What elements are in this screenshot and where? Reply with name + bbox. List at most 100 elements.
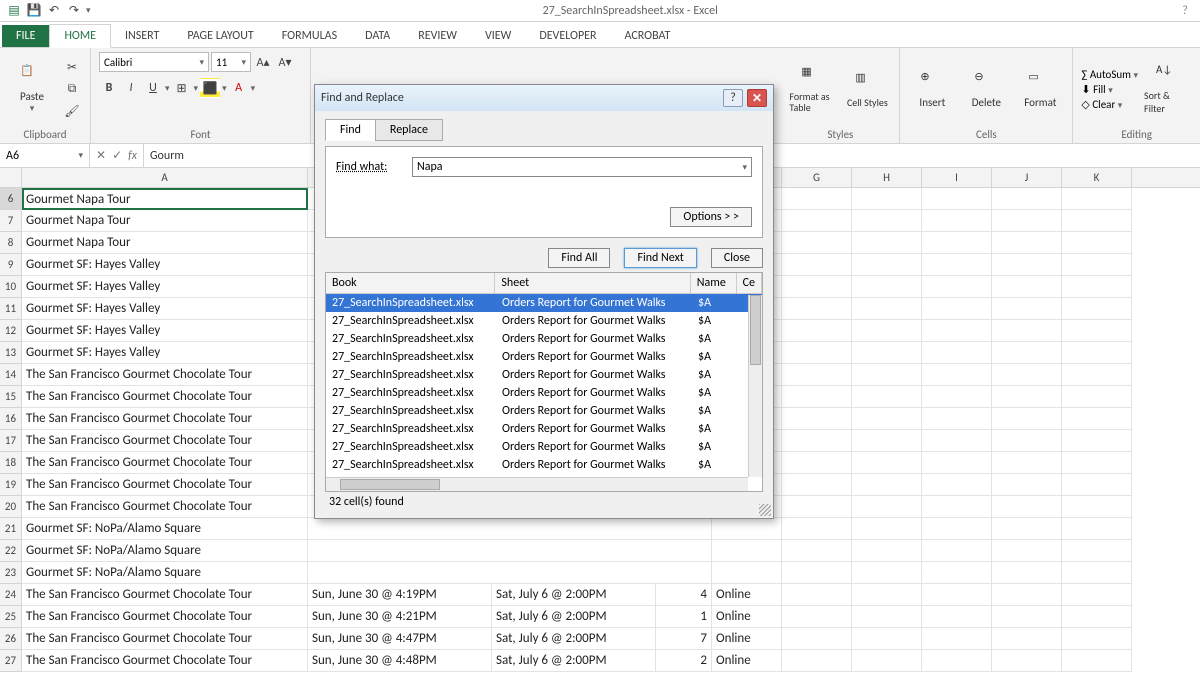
select-all-corner[interactable] — [0, 168, 22, 187]
cell[interactable] — [992, 584, 1062, 606]
cell[interactable] — [852, 430, 922, 452]
row-header[interactable]: 13 — [0, 342, 22, 364]
col-header-J[interactable]: J — [992, 168, 1062, 187]
cell[interactable] — [1062, 408, 1132, 430]
cell[interactable] — [782, 408, 852, 430]
col-header-A[interactable]: A — [22, 168, 308, 187]
cell[interactable]: The San Francisco Gourmet Chocolate Tour — [22, 386, 308, 408]
cell[interactable] — [852, 606, 922, 628]
cell[interactable]: Gourmet Napa Tour — [22, 188, 308, 210]
tab-formulas[interactable]: FORMULAS — [268, 25, 351, 47]
cell[interactable] — [782, 364, 852, 386]
col-header-I[interactable]: I — [922, 168, 992, 187]
cell[interactable] — [852, 518, 922, 540]
fx-icon[interactable]: fx — [128, 149, 137, 163]
result-row[interactable]: 27_SearchInSpreadsheet.xlsxOrders Report… — [326, 366, 762, 384]
cell[interactable] — [992, 320, 1062, 342]
cell[interactable]: Gourmet Napa Tour — [22, 232, 308, 254]
cell[interactable] — [992, 650, 1062, 672]
cell[interactable]: Gourmet SF: Hayes Valley — [22, 254, 308, 276]
cell[interactable] — [852, 562, 922, 584]
result-row[interactable]: 27_SearchInSpreadsheet.xlsxOrders Report… — [326, 420, 762, 438]
cell[interactable]: Online — [712, 650, 782, 672]
cell[interactable] — [782, 606, 852, 628]
cell[interactable]: Gourmet SF: Hayes Valley — [22, 298, 308, 320]
cell[interactable]: Gourmet SF: NoPa/Alamo Square — [22, 518, 308, 540]
cell[interactable] — [922, 408, 992, 430]
cell[interactable] — [1062, 232, 1132, 254]
cell[interactable] — [852, 320, 922, 342]
cell-styles-button[interactable]: ▥ Cell Styles — [843, 71, 891, 108]
cell[interactable]: The San Francisco Gourmet Chocolate Tour — [22, 364, 308, 386]
cell[interactable] — [992, 232, 1062, 254]
help-icon[interactable]: ? — [1170, 4, 1200, 18]
cell[interactable]: Gourmet Napa Tour — [22, 210, 308, 232]
cell[interactable] — [1062, 386, 1132, 408]
cell[interactable]: The San Francisco Gourmet Chocolate Tour — [22, 628, 308, 650]
row-header[interactable]: 8 — [0, 232, 22, 254]
cell[interactable] — [992, 430, 1062, 452]
results-vscrollbar[interactable] — [748, 295, 762, 477]
dialog-close-button[interactable]: ✕ — [747, 89, 767, 107]
clear-button[interactable]: ◇ Clear ▾ — [1081, 98, 1138, 111]
find-next-button[interactable]: Find Next — [624, 248, 696, 268]
cell[interactable] — [922, 320, 992, 342]
cell[interactable] — [1062, 518, 1132, 540]
cell[interactable] — [992, 562, 1062, 584]
cell[interactable] — [922, 430, 992, 452]
format-as-table-button[interactable]: ▦ Format as Table — [789, 65, 837, 113]
cell[interactable] — [782, 562, 852, 584]
fill-button[interactable]: ⬇ Fill ▾ — [1081, 83, 1138, 96]
cell[interactable]: Sat, July 6 @ 2:00PM — [492, 628, 656, 650]
cell[interactable] — [852, 276, 922, 298]
vscroll-thumb[interactable] — [750, 295, 761, 365]
resize-grip[interactable] — [759, 504, 771, 516]
row-header[interactable]: 12 — [0, 320, 22, 342]
result-row[interactable]: 27_SearchInSpreadsheet.xlsxOrders Report… — [326, 456, 762, 474]
cell[interactable] — [1062, 188, 1132, 210]
cell[interactable] — [992, 188, 1062, 210]
cell[interactable] — [852, 650, 922, 672]
row-header[interactable]: 22 — [0, 540, 22, 562]
cell[interactable] — [852, 584, 922, 606]
delete-button[interactable]: ⊖Delete — [962, 70, 1010, 109]
cut-icon[interactable]: ✂ — [62, 57, 82, 77]
cell[interactable] — [1062, 342, 1132, 364]
row-header[interactable]: 21 — [0, 518, 22, 540]
cell[interactable] — [782, 298, 852, 320]
row-header[interactable]: 11 — [0, 298, 22, 320]
italic-button[interactable]: I — [121, 78, 141, 98]
cell[interactable] — [782, 540, 852, 562]
copy-icon[interactable]: ⧉ — [62, 79, 82, 99]
cell[interactable] — [782, 430, 852, 452]
cell[interactable]: 1 — [656, 606, 712, 628]
cell[interactable] — [1062, 496, 1132, 518]
cell[interactable]: Gourmet SF: Hayes Valley — [22, 320, 308, 342]
cell[interactable] — [852, 474, 922, 496]
font-size-combo[interactable]: 11▾ — [211, 52, 251, 72]
cell[interactable] — [1062, 628, 1132, 650]
cell[interactable] — [852, 254, 922, 276]
cell[interactable] — [712, 518, 782, 540]
result-row[interactable]: 27_SearchInSpreadsheet.xlsxOrders Report… — [326, 348, 762, 366]
results-header-name[interactable]: Name — [691, 273, 737, 294]
cell[interactable] — [992, 210, 1062, 232]
cell[interactable] — [1062, 562, 1132, 584]
cell[interactable] — [992, 276, 1062, 298]
border-icon[interactable]: ⊞ — [172, 78, 192, 98]
undo-icon[interactable]: ↶ — [46, 3, 62, 19]
tab-insert[interactable]: INSERT — [111, 25, 173, 47]
cell[interactable] — [782, 452, 852, 474]
paste-button[interactable]: 📋 Paste ▾ — [8, 64, 56, 114]
cell[interactable] — [712, 540, 782, 562]
cell[interactable] — [782, 254, 852, 276]
cell[interactable] — [922, 628, 992, 650]
result-row[interactable]: 27_SearchInSpreadsheet.xlsxOrders Report… — [326, 330, 762, 348]
cell[interactable] — [922, 364, 992, 386]
col-header-G[interactable]: G — [782, 168, 852, 187]
cell[interactable] — [992, 364, 1062, 386]
cell[interactable]: Gourmet SF: Hayes Valley — [22, 342, 308, 364]
cell[interactable] — [1062, 540, 1132, 562]
cell[interactable] — [992, 474, 1062, 496]
tab-developer[interactable]: DEVELOPER — [525, 25, 610, 47]
